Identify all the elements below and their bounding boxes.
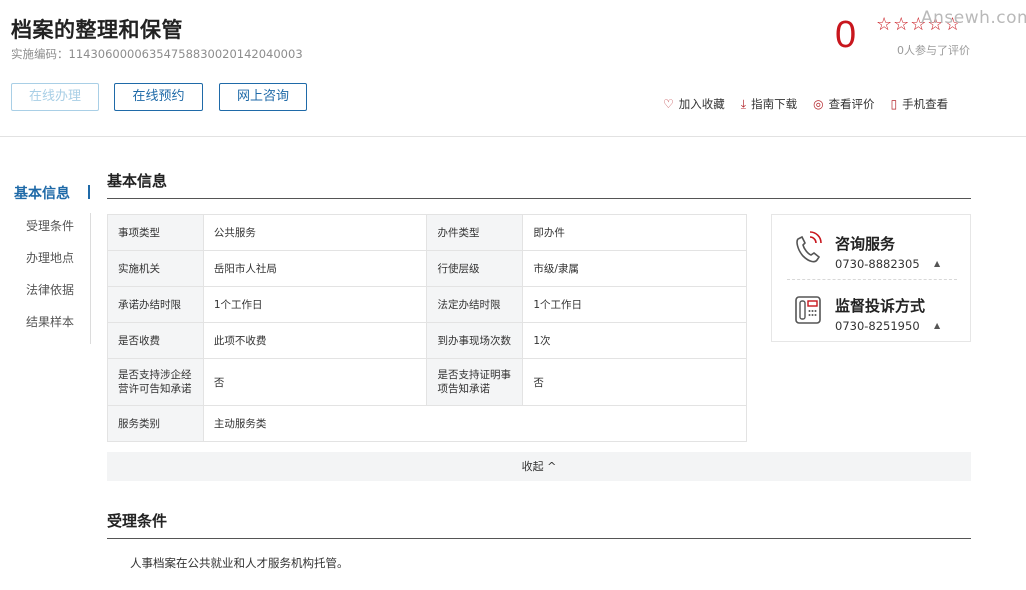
basic-info-rule	[107, 198, 971, 199]
download-icon: ⤓	[740, 96, 747, 111]
mobile-label: 手机查看	[902, 97, 949, 111]
code-value: 11430600006354758830020142040003	[68, 47, 303, 61]
field-key: 承诺办结时限	[107, 286, 204, 323]
consult-title: 咨询服务	[835, 235, 896, 253]
field-value: 1个工作日	[202, 286, 428, 323]
mobile-view-action[interactable]: ▯ 手机查看	[891, 96, 949, 112]
expand-triangle-icon[interactable]: ▲	[934, 259, 940, 268]
rating-count: 0人参与了评价	[897, 44, 970, 57]
nav-item-result-sample[interactable]: 结果样本	[14, 311, 92, 343]
field-key: 办件类型	[426, 214, 524, 251]
nav-divider	[90, 213, 91, 344]
table-row: 是否收费 此项不收费 到办事现场次数 1次	[107, 322, 747, 359]
complaint-service[interactable]: 监督投诉方式 0730-8251950 ▲	[772, 281, 972, 343]
online-consult-button[interactable]: 网上咨询	[219, 83, 307, 111]
implementation-code: 实施编码：11430600006354758830020142040003	[11, 46, 303, 62]
field-key: 到办事现场次数	[426, 322, 524, 359]
basic-info-table: 事项类型 公共服务 办件类型 即办件 实施机关 岳阳市人社局 行使层级 市级/隶…	[107, 214, 748, 442]
nav-item-location[interactable]: 办理地点	[14, 247, 92, 279]
download-label: 指南下载	[751, 97, 798, 111]
basic-info-heading: 基本信息	[107, 172, 168, 190]
service-header: 档案的整理和保管 实施编码：11430600006354758830020142…	[0, 0, 1026, 137]
phone-icon	[796, 231, 822, 263]
favorite-action[interactable]: ♡ 加入收藏	[663, 96, 725, 112]
field-value: 否	[522, 358, 747, 406]
table-row: 承诺办结时限 1个工作日 法定办结时限 1个工作日	[107, 286, 747, 323]
code-label: 实施编码：	[11, 47, 69, 61]
field-key: 服务类别	[107, 405, 204, 442]
field-value: 此项不收费	[202, 322, 428, 359]
nav-active-indicator	[88, 185, 90, 199]
field-key: 是否支持涉企经营许可告知承诺	[107, 358, 204, 406]
field-key: 是否支持证明事项告知承诺	[426, 358, 524, 406]
complaint-phone: 0730-8251950	[835, 319, 920, 333]
view-review-action[interactable]: ◎ 查看评价	[813, 96, 874, 112]
complaint-title: 监督投诉方式	[835, 297, 926, 315]
heart-icon: ♡	[663, 97, 674, 111]
table-row: 服务类别 主动服务类	[107, 405, 748, 442]
table-row: 实施机关 岳阳市人社局 行使层级 市级/隶属	[107, 250, 747, 287]
field-value: 1次	[522, 322, 747, 359]
field-value: 岳阳市人社局	[202, 250, 428, 287]
field-value: 主动服务类	[202, 405, 748, 442]
field-value: 1个工作日	[522, 286, 747, 323]
field-value: 公共服务	[202, 214, 428, 251]
field-key: 实施机关	[107, 250, 204, 287]
table-row: 是否支持涉企经营许可告知承诺 否 是否支持证明事项告知承诺 否	[107, 358, 747, 406]
telephone-icon	[795, 296, 821, 324]
field-key: 事项类型	[107, 214, 204, 251]
field-value: 市级/隶属	[522, 250, 747, 287]
consult-phone: 0730-8882305	[835, 257, 920, 271]
review-icon: ◎	[813, 97, 824, 111]
rating-score: 0	[835, 14, 857, 56]
collapse-button[interactable]: 收起 ^	[107, 452, 971, 481]
field-key: 法定办结时限	[426, 286, 524, 323]
field-key: 是否收费	[107, 322, 204, 359]
field-value: 否	[202, 358, 428, 406]
table-row: 事项类型 公共服务 办件类型 即办件	[107, 214, 747, 251]
download-guide-action[interactable]: ⤓ 指南下载	[741, 96, 797, 112]
conditions-text: 人事档案在公共就业和人才服务机构托管。	[130, 556, 349, 570]
mobile-icon: ▯	[890, 97, 898, 111]
review-label: 查看评价	[828, 97, 875, 111]
side-navigation: 基本信息 受理条件 办理地点 法律依据 结果样本	[14, 183, 92, 343]
nav-item-conditions[interactable]: 受理条件	[14, 215, 92, 247]
action-bar: ♡ 加入收藏 ⤓ 指南下载 ◎ 查看评价 ▯ 手机查看	[663, 96, 948, 112]
online-booking-button[interactable]: 在线预约	[114, 83, 203, 111]
page-title: 档案的整理和保管	[11, 18, 183, 42]
field-value: 即办件	[522, 214, 747, 251]
field-key: 行使层级	[426, 250, 524, 287]
favorite-label: 加入收藏	[678, 97, 725, 111]
nav-item-basic-info[interactable]: 基本信息	[14, 183, 92, 215]
watermark: Ansewh.com	[921, 8, 1026, 28]
consult-service[interactable]: 咨询服务 0730-8882305 ▲	[772, 215, 972, 277]
contact-divider	[787, 279, 957, 280]
conditions-rule	[107, 538, 971, 539]
online-handle-button[interactable]: 在线办理	[11, 83, 99, 111]
conditions-heading: 受理条件	[107, 512, 168, 530]
contact-card: 咨询服务 0730-8882305 ▲ 监督投诉方式 0730-8251950 …	[771, 214, 971, 342]
nav-item-legal-basis[interactable]: 法律依据	[14, 279, 92, 311]
expand-triangle-icon[interactable]: ▲	[934, 321, 940, 330]
